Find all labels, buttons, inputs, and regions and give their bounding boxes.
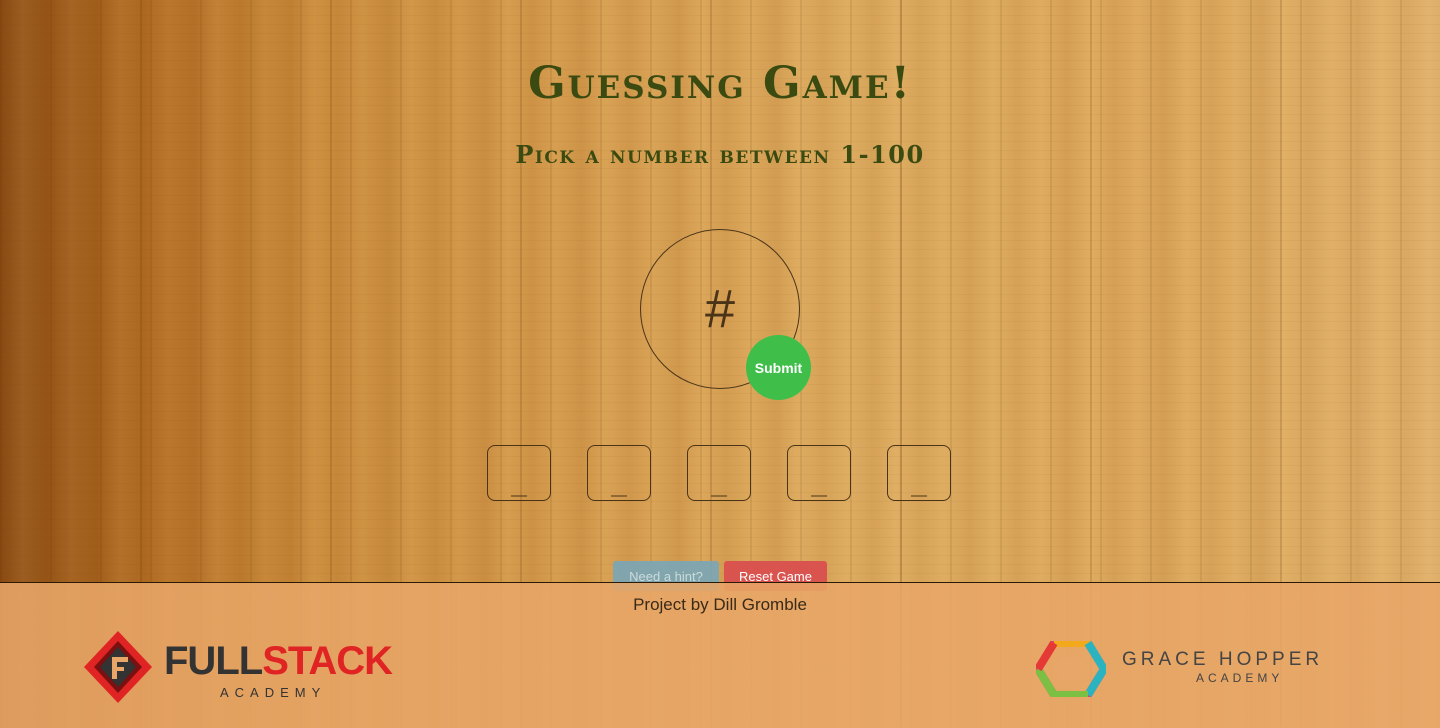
- fullstack-logo: FULLSTACK ACADEMY: [84, 631, 404, 703]
- submit-button[interactable]: Submit: [746, 335, 811, 400]
- guess-slot-1: _: [487, 445, 551, 501]
- page-subtitle: Pick a number between 1-100: [515, 140, 925, 169]
- guess-history: _ _ _ _ _: [487, 445, 953, 503]
- guess-slot-4: _: [787, 445, 851, 501]
- guess-slot-2: _: [587, 445, 651, 501]
- guess-slot-5: _: [887, 445, 951, 501]
- guess-slot-3: _: [687, 445, 751, 501]
- project-credit: Project by Dill Gromble: [633, 595, 807, 614]
- footer: Project by Dill Gromble FULLSTACK ACADEM…: [0, 582, 1440, 728]
- fullstack-mark-icon: [84, 631, 152, 703]
- gracehopper-hexagon-icon: [1036, 641, 1106, 697]
- gracehopper-logo: GRACE HOPPER ACADEMY: [1036, 641, 1396, 697]
- guess-input[interactable]: [658, 277, 782, 341]
- gracehopper-wordmark: GRACE HOPPER: [1122, 649, 1324, 670]
- page-title: Guessing Game!: [528, 58, 912, 109]
- fullstack-sub: ACADEMY: [220, 685, 327, 700]
- fullstack-wordmark: FULLSTACK: [164, 639, 393, 683]
- gracehopper-sub: ACADEMY: [1196, 671, 1284, 685]
